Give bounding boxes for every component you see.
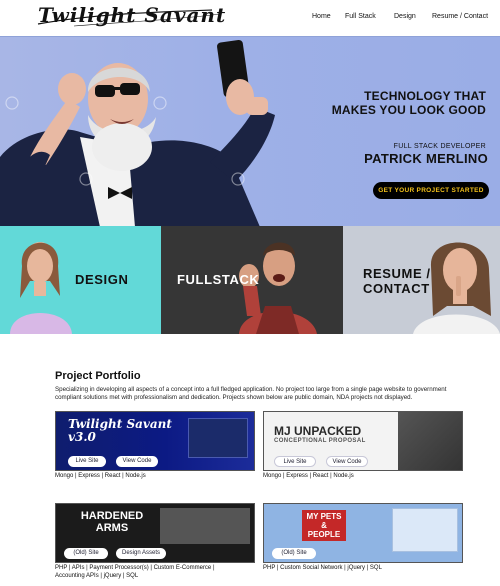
project-thumbnail (160, 508, 250, 544)
project-thumbnail (398, 412, 462, 470)
project-caption-line1: PHP | APIs | Payment Processor(s) | Cust… (55, 565, 215, 571)
project-thumbnail (392, 508, 458, 552)
project-card-my-pets-people[interactable]: MY PETS & PEOPLE (Old) Site (263, 503, 463, 563)
get-project-started-button[interactable]: GET YOUR PROJECT STARTED (373, 182, 489, 199)
hero-name: PATRICK MERLINO (364, 151, 488, 166)
nav-full-stack[interactable]: Full Stack (345, 13, 376, 20)
tile-resume-label-line2: CONTACT (363, 281, 430, 296)
design-tile-photo (10, 242, 72, 334)
project-card-mj-unpacked[interactable]: MJ UNPACKED CONCEPTIONAL PROPOSAL Live S… (263, 411, 463, 471)
project-caption: Mongo | Express | React | Node.js (263, 473, 354, 479)
project-caption-line2: Accounting APIs | jQuery | SQL (55, 573, 139, 579)
site-logo[interactable]: Twilight Savant (38, 3, 226, 27)
nav-design[interactable]: Design (394, 13, 416, 20)
tile-design[interactable]: DESIGN (0, 226, 161, 334)
tile-resume-label: RESUME / CONTACT (363, 266, 431, 296)
live-site-button[interactable]: Live Site (274, 456, 316, 467)
project-title: HARDENED ARMS (80, 510, 144, 534)
view-code-button[interactable]: View Code (326, 456, 368, 467)
project-title: MY PETS & PEOPLE (302, 510, 346, 541)
hero-photo-selfie-man (0, 39, 275, 226)
project-subtitle: CONCEPTIONAL PROPOSAL (274, 438, 366, 444)
nav-resume-contact[interactable]: Resume / Contact (432, 13, 488, 20)
nav-home[interactable]: Home (312, 13, 331, 20)
project-card-hardened-arms[interactable]: HARDENED ARMS (Old) Site Design Assets (55, 503, 255, 563)
project-thumbnail (188, 418, 248, 458)
category-tiles: DESIGN FULLSTACK RESUME / CONTACT (0, 226, 500, 334)
hero-tagline-line1: TECHNOLOGY THAT (364, 89, 486, 103)
portfolio-description: Specializing in developing all aspects o… (55, 386, 447, 401)
tile-design-label: DESIGN (75, 272, 129, 287)
design-assets-button[interactable]: Design Assets (116, 548, 166, 559)
old-site-button[interactable]: (Old) Site (272, 548, 316, 559)
project-caption: PHP | Custom Social Network | jQuery | S… (263, 565, 382, 571)
hero-tagline-line2: MAKES YOU LOOK GOOD (331, 103, 486, 117)
tile-resume-contact[interactable]: RESUME / CONTACT (343, 226, 500, 334)
tile-resume-label-line1: RESUME / (363, 266, 431, 281)
hero-banner: TECHNOLOGY THAT MAKES YOU LOOK GOOD FULL… (0, 36, 500, 226)
main-nav: Home Full Stack Design Resume / Contact (300, 13, 500, 25)
site-header: Twilight Savant Home Full Stack Design R… (0, 0, 500, 36)
view-code-button[interactable]: View Code (116, 456, 158, 467)
tile-fullstack-label: FULLSTACK (177, 272, 260, 287)
project-caption: Mongo | Express | React | Node.js (55, 473, 146, 479)
project-title: Twilight Savant v3.0 (68, 417, 172, 444)
old-site-button[interactable]: (Old) Site (64, 548, 108, 559)
project-title: MJ UNPACKED (274, 424, 362, 438)
portfolio-title: Project Portfolio (55, 370, 141, 382)
project-card-twilight-savant[interactable]: Twilight Savant v3.0 Live Site View Code (55, 411, 255, 471)
hero-role: FULL STACK DEVELOPER (393, 143, 486, 150)
live-site-button[interactable]: Live Site (68, 456, 106, 467)
tile-fullstack[interactable]: FULLSTACK (161, 226, 343, 334)
